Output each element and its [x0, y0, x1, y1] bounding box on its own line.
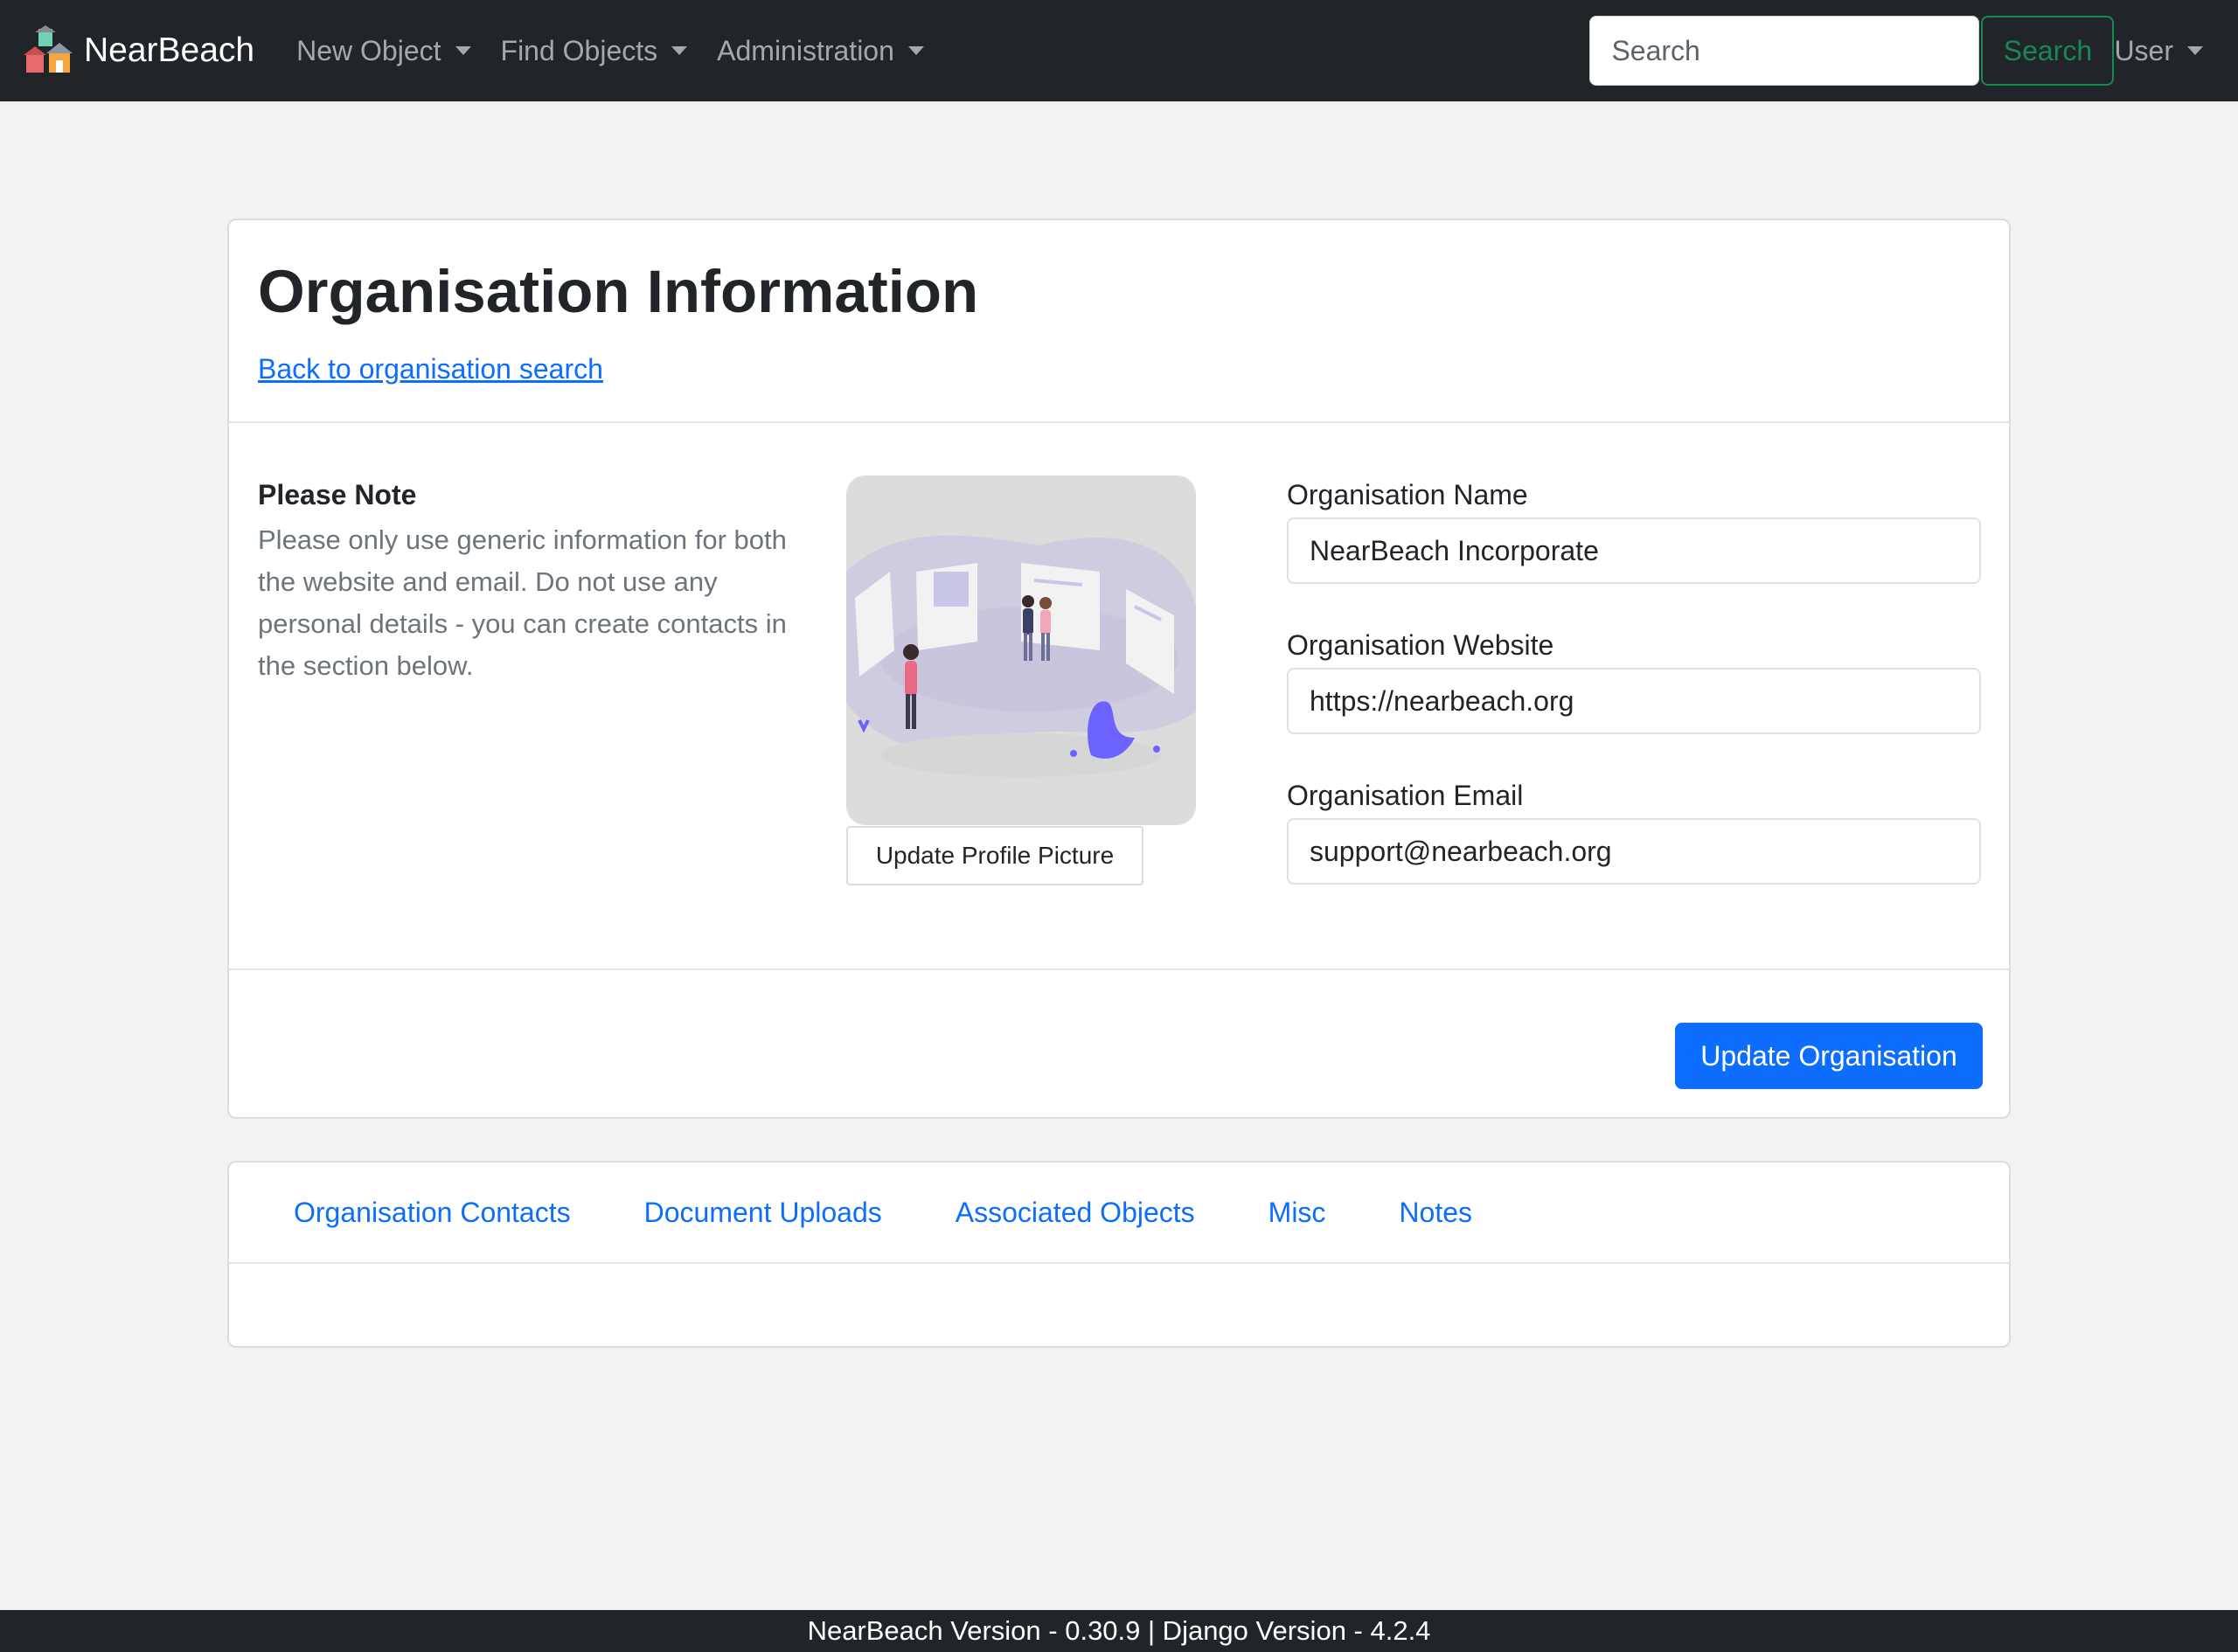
tab-associated-objects[interactable]: Associated Objects [956, 1197, 1195, 1229]
back-to-search-link[interactable]: Back to organisation search [258, 353, 603, 385]
caret-down-icon [2187, 46, 2203, 55]
menu-new-object[interactable]: New Object [296, 34, 471, 67]
organisation-email-label: Organisation Email [1287, 780, 1524, 811]
card-header: Organisation Information Back to organis… [229, 220, 2009, 423]
organisation-name-input[interactable] [1287, 517, 1981, 584]
user-menu-label: User [2114, 34, 2173, 66]
gallery-illustration-icon [846, 475, 1196, 825]
menu-new-object-label: New Object [296, 34, 441, 66]
organisation-website-input[interactable] [1287, 668, 1981, 734]
tab-document-uploads[interactable]: Document Uploads [644, 1197, 882, 1229]
tab-misc[interactable]: Misc [1268, 1197, 1326, 1229]
organisation-card: Organisation Information Back to organis… [227, 219, 2011, 1119]
tab-notes[interactable]: Notes [1399, 1197, 1472, 1229]
menu-administration[interactable]: Administration [717, 35, 924, 67]
update-organisation-button[interactable]: Update Organisation [1675, 1023, 1983, 1089]
organisation-email-input[interactable] [1287, 818, 1981, 885]
nearbeach-logo-icon [24, 25, 73, 73]
menu-administration-label: Administration [717, 34, 894, 66]
note-text: Please only use generic information for … [258, 524, 787, 681]
tab-organisation-contacts[interactable]: Organisation Contacts [294, 1197, 571, 1229]
tabs-card: Organisation Contacts Document Uploads A… [227, 1161, 2011, 1348]
user-menu[interactable]: User [2114, 35, 2203, 67]
top-navbar: NearBeach New Object Find Objects Admini… [0, 0, 2238, 101]
organisation-name-label: Organisation Name [1287, 479, 1528, 510]
brand[interactable]: NearBeach [23, 25, 254, 76]
menu-find-objects-label: Find Objects [500, 34, 658, 66]
organisation-website-label: Organisation Website [1287, 629, 1554, 661]
search-input[interactable] [1589, 16, 1980, 86]
tab-bar: Organisation Contacts Document Uploads A… [229, 1163, 2009, 1264]
footer: NearBeach Version - 0.30.9 | Django Vers… [0, 1610, 2238, 1652]
version-text: NearBeach Version - 0.30.9 | Django Vers… [807, 1615, 1431, 1646]
caret-down-icon [671, 46, 688, 55]
profile-picture [846, 475, 1196, 825]
caret-down-icon [907, 46, 924, 55]
note-title: Please Note [258, 479, 417, 510]
search-button[interactable]: Search [1981, 16, 2115, 86]
page-title: Organisation Information [258, 258, 979, 325]
brand-name: NearBeach [84, 31, 255, 69]
caret-down-icon [455, 46, 471, 55]
menu-find-objects[interactable]: Find Objects [501, 35, 688, 67]
card-divider [229, 968, 2009, 970]
update-profile-picture-button[interactable]: Update Profile Picture [846, 826, 1143, 885]
